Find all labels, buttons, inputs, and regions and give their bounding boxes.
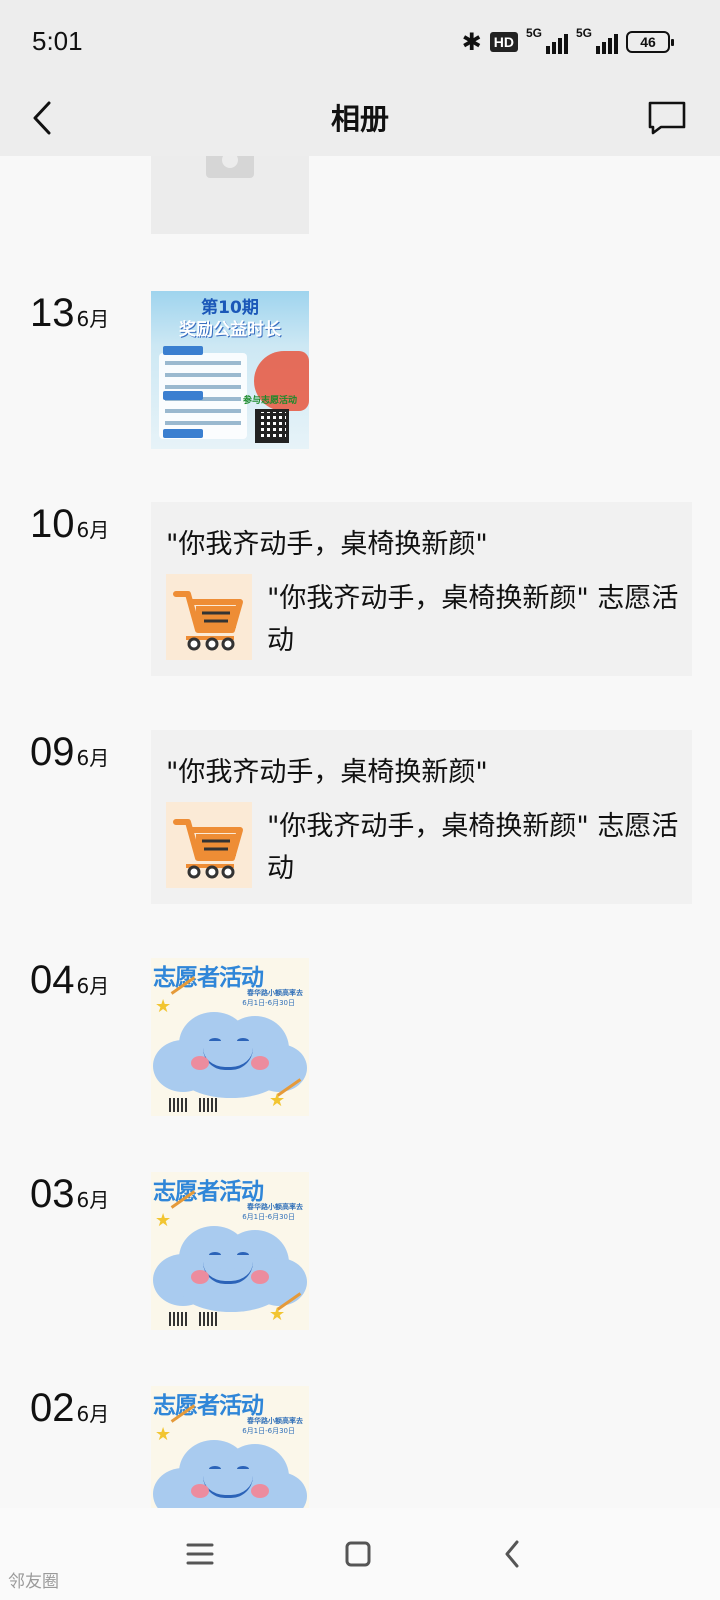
message-square-icon bbox=[648, 101, 686, 135]
top-navbar: 相册 bbox=[0, 80, 720, 156]
cloud-illustration bbox=[151, 1428, 309, 1508]
cloud-illustration bbox=[151, 1000, 309, 1100]
qr-code-icon bbox=[255, 409, 289, 443]
signal-2-icon: 5G bbox=[576, 26, 618, 54]
page-title: 相册 bbox=[330, 102, 389, 136]
image-thumbnail-placeholder[interactable] bbox=[151, 156, 309, 234]
battery-icon: 46 bbox=[626, 31, 674, 53]
home-button[interactable] bbox=[336, 1532, 380, 1576]
album-feed[interactable]: 13 6月 第10期 奖励公益时长 参与志愿活动 10 6月 "你我齐动手，桌椅… bbox=[0, 156, 720, 1508]
shopping-cart-icon bbox=[166, 802, 252, 888]
cloud-illustration bbox=[151, 1214, 309, 1314]
link-preview[interactable]: "你我齐动手，桌椅换新颜" 志愿活动 bbox=[166, 574, 681, 664]
post-text: "你我齐动手，桌椅换新颜" bbox=[166, 529, 488, 560]
chevron-left-icon bbox=[505, 1540, 519, 1568]
entry-date: 03 6月 bbox=[30, 1172, 110, 1216]
link-preview[interactable]: "你我齐动手，桌椅换新颜" 志愿活动 bbox=[166, 802, 681, 892]
shared-link-card[interactable]: "你我齐动手，桌椅换新颜" "你我齐动手，桌椅换新颜" 志愿活动 bbox=[151, 502, 692, 676]
hd-badge: HD bbox=[489, 32, 518, 52]
messages-button[interactable] bbox=[644, 94, 690, 142]
post-text: "你我齐动手，桌椅换新颜" bbox=[166, 757, 488, 788]
menu-icon bbox=[186, 1543, 214, 1565]
system-navigation-bar: 邻友圈 bbox=[0, 1508, 720, 1600]
image-placeholder-icon bbox=[206, 156, 254, 178]
bluetooth-icon: ✱ bbox=[461, 28, 482, 56]
star-icon: ★ bbox=[155, 1210, 172, 1231]
system-back-button[interactable] bbox=[490, 1532, 534, 1576]
star-icon: ★ bbox=[155, 996, 172, 1017]
status-bar: 5:01 ✱ HD 5G 5G 46 bbox=[0, 0, 720, 80]
image-thumbnail[interactable]: 志愿者活动 春华路小额高率去 6月1日-6月30日 ★ ★ bbox=[151, 1172, 309, 1330]
link-title: "你我齐动手，桌椅换新颜" 志愿活动 bbox=[267, 583, 679, 656]
square-home-icon bbox=[345, 1541, 371, 1567]
star-icon: ★ bbox=[155, 1424, 172, 1445]
entry-date: 04 6月 bbox=[30, 958, 110, 1002]
status-time: 5:01 bbox=[32, 26, 83, 56]
entry-date: 13 6月 bbox=[30, 291, 110, 335]
image-thumbnail[interactable]: 志愿者活动 春华路小额高率去 6月1日-6月30日 ★ bbox=[151, 1386, 309, 1508]
star-icon: ★ bbox=[269, 1090, 286, 1111]
image-thumbnail[interactable]: 志愿者活动 春华路小额高率去 6月1日-6月30日 ★ ★ bbox=[151, 958, 309, 1116]
shared-link-card[interactable]: "你我齐动手，桌椅换新颜" "你我齐动手，桌椅换新颜" 志愿活动 bbox=[151, 730, 692, 904]
watermark: 邻友圈 bbox=[8, 1572, 59, 1592]
signal-1-icon: 5G bbox=[526, 26, 568, 54]
menu-button[interactable] bbox=[178, 1532, 222, 1576]
link-title: "你我齐动手，桌椅换新颜" 志愿活动 bbox=[267, 811, 679, 884]
image-thumbnail[interactable]: 第10期 奖励公益时长 参与志愿活动 bbox=[151, 291, 309, 449]
entry-date: 09 6月 bbox=[30, 730, 110, 774]
entry-date: 10 6月 bbox=[30, 502, 110, 546]
entry-date: 02 6月 bbox=[30, 1386, 110, 1430]
status-icons: ✱ HD 5G 5G 46 bbox=[461, 26, 674, 56]
star-icon: ★ bbox=[269, 1304, 286, 1325]
shopping-cart-icon bbox=[166, 574, 252, 660]
